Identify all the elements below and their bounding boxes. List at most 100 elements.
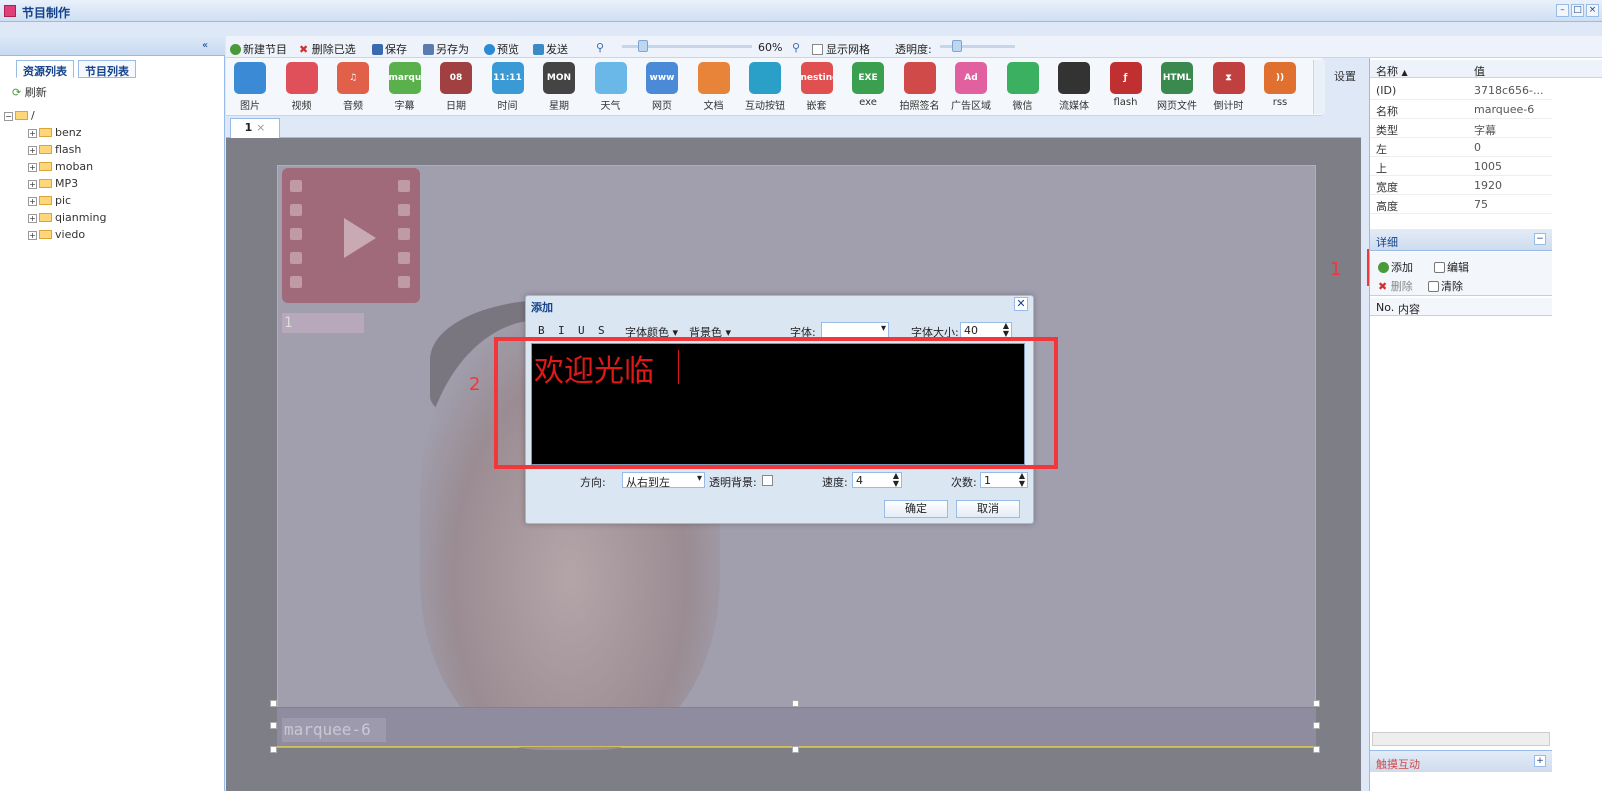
tree-item-benz[interactable]: + benz — [28, 126, 82, 139]
tab-resource-list[interactable]: 资源列表 — [16, 60, 74, 78]
expand-icon[interactable]: + — [28, 180, 37, 189]
resize-handle[interactable] — [270, 722, 277, 729]
resize-handle[interactable] — [1313, 700, 1320, 707]
resource-item-countdown[interactable]: ⧗ 倒计时 — [1209, 62, 1249, 112]
property-row[interactable]: 高度 75 — [1370, 195, 1552, 214]
resize-handle[interactable] — [792, 700, 799, 707]
resource-item-weather[interactable]: 天气 — [591, 62, 631, 112]
underline-button[interactable]: U — [578, 324, 585, 337]
new-program-button[interactable]: 新建节目 — [230, 41, 287, 57]
expand-icon[interactable]: + — [28, 146, 37, 155]
resource-item-streaming[interactable]: 流媒体 — [1054, 62, 1094, 112]
tree-item-qianming[interactable]: + qianming — [28, 211, 106, 224]
expand-icon[interactable]: + — [28, 214, 37, 223]
resource-item-image[interactable]: 图片 — [230, 62, 270, 112]
spinner-icon[interactable]: ▲ ▼ — [1003, 322, 1009, 338]
resource-item-interactive-button[interactable]: 互动按钮 — [745, 62, 785, 112]
close-icon[interactable]: × — [1586, 4, 1599, 17]
expand-icon[interactable]: + — [28, 231, 37, 240]
resource-item-flash[interactable]: ƒ flash — [1106, 62, 1146, 108]
count-spinner[interactable]: 1 ▲ ▼ — [980, 472, 1028, 488]
resource-item-date[interactable]: 08 日期 — [436, 62, 476, 112]
property-row[interactable]: 名称 marquee-6 — [1370, 100, 1552, 119]
tree-item-flash[interactable]: + flash — [28, 143, 81, 156]
resize-handle[interactable] — [1313, 722, 1320, 729]
video-element[interactable] — [282, 168, 420, 303]
resize-handle[interactable] — [270, 746, 277, 753]
refresh-button[interactable]: ⟳ 刷新 — [12, 84, 47, 100]
direction-select[interactable]: 从右到左 ▾ — [622, 472, 705, 489]
property-row[interactable]: (ID) 3718c656-... — [1370, 81, 1552, 100]
preview-button[interactable]: 预览 — [484, 41, 519, 57]
property-name-header[interactable]: 名称 ▲ — [1376, 63, 1408, 79]
bold-button[interactable]: B — [538, 324, 545, 337]
property-row[interactable]: 宽度 1920 — [1370, 176, 1552, 195]
resource-toolbox-scrollbar[interactable] — [1313, 60, 1325, 114]
tree-item-pic[interactable]: + pic — [28, 194, 71, 207]
clear-button[interactable]: 清除 — [1428, 278, 1463, 294]
speed-spinner[interactable]: 4 ▲ ▼ — [852, 472, 902, 488]
italic-button[interactable]: I — [558, 324, 565, 337]
detail-horizontal-scrollbar[interactable] — [1372, 732, 1550, 746]
expand-icon[interactable]: + — [28, 197, 37, 206]
resource-item-time[interactable]: 11:11 时间 — [488, 62, 528, 112]
collapse-icon[interactable]: − — [4, 112, 13, 121]
property-row[interactable]: 类型 字幕 — [1370, 119, 1552, 138]
tree-root[interactable]: − / — [4, 109, 35, 122]
tree-item-mp3[interactable]: + MP3 — [28, 177, 78, 190]
resource-item-music[interactable]: ♫ 音频 — [333, 62, 373, 112]
save-as-button[interactable]: 另存为 — [423, 41, 469, 57]
zoom-out-icon[interactable]: ⚲ — [596, 41, 604, 54]
resource-item-wechat[interactable]: 微信 — [1003, 62, 1043, 112]
font-select[interactable]: ▾ — [821, 322, 889, 338]
delete-button[interactable]: ✖ 删除 — [1378, 278, 1413, 294]
tree-item-viedo[interactable]: + viedo — [28, 228, 85, 241]
minimize-icon[interactable]: – — [1556, 4, 1569, 17]
ok-button[interactable]: 确定 — [884, 500, 948, 518]
maximize-icon[interactable]: □ — [1571, 4, 1584, 17]
resource-item-ad-area[interactable]: Ad 广告区域 — [951, 62, 991, 112]
collapse-detail-icon[interactable]: − — [1534, 233, 1546, 245]
spinner-icon[interactable]: ▲ ▼ — [1019, 472, 1025, 488]
marquee-element[interactable] — [277, 707, 1316, 747]
resource-item-weekday[interactable]: MON 星期 — [539, 62, 579, 112]
strike-button[interactable]: S — [598, 324, 605, 337]
tree-item-moban[interactable]: + moban — [28, 160, 93, 173]
tab-document-1[interactable]: 1 × — [230, 118, 280, 138]
property-row[interactable]: 上 1005 — [1370, 157, 1552, 176]
save-button[interactable]: 保存 — [372, 41, 407, 57]
resource-item-exe[interactable]: EXE exe — [848, 62, 888, 108]
font-size-spinner[interactable]: 40 ▲ ▼ — [960, 322, 1012, 338]
property-row[interactable]: 左0 — [1370, 138, 1552, 157]
resource-item-html-file[interactable]: HTML 网页文件 — [1157, 62, 1197, 112]
collapse-panel-icon[interactable]: « — [202, 40, 216, 54]
resource-item-video[interactable]: 视频 — [282, 62, 322, 112]
resize-handle[interactable] — [270, 700, 277, 707]
resource-item-document[interactable]: 文档 — [694, 62, 734, 112]
close-tab-icon[interactable]: × — [256, 121, 265, 134]
expand-panel-icon[interactable]: + — [1534, 755, 1546, 767]
zoom-slider-thumb[interactable] — [638, 40, 648, 52]
resource-item-photo-sign[interactable]: 拍照签名 — [900, 62, 940, 112]
zoom-in-icon[interactable]: ⚲ — [792, 41, 800, 54]
cancel-button[interactable]: 取消 — [956, 500, 1020, 518]
expand-icon[interactable]: + — [28, 163, 37, 172]
send-button[interactable]: 发送 — [533, 41, 568, 57]
opacity-slider-thumb[interactable] — [952, 40, 962, 52]
spinner-icon[interactable]: ▲ ▼ — [893, 472, 899, 488]
resource-item-webpage[interactable]: www 网页 — [642, 62, 682, 112]
resize-handle[interactable] — [792, 746, 799, 753]
resource-item-marquee[interactable]: marquee 字幕 — [385, 62, 425, 112]
delete-selected-button[interactable]: ✖ 删除已选 — [299, 41, 356, 57]
transparent-bg-checkbox[interactable] — [762, 475, 773, 486]
resource-item-nesting[interactable]: nesting 嵌套 — [797, 62, 837, 112]
resource-item-rss[interactable]: )) rss — [1260, 62, 1300, 108]
add-button[interactable]: 添加 — [1378, 259, 1413, 275]
tab-program-list[interactable]: 节目列表 — [78, 60, 136, 78]
show-grid-checkbox[interactable]: 显示网格 — [812, 41, 870, 57]
resize-handle[interactable] — [1313, 746, 1320, 753]
expand-icon[interactable]: + — [28, 129, 37, 138]
detail-list[interactable] — [1370, 316, 1552, 726]
edit-button[interactable]: 编辑 — [1434, 259, 1469, 275]
settings-button[interactable]: 设置 — [1334, 68, 1356, 84]
